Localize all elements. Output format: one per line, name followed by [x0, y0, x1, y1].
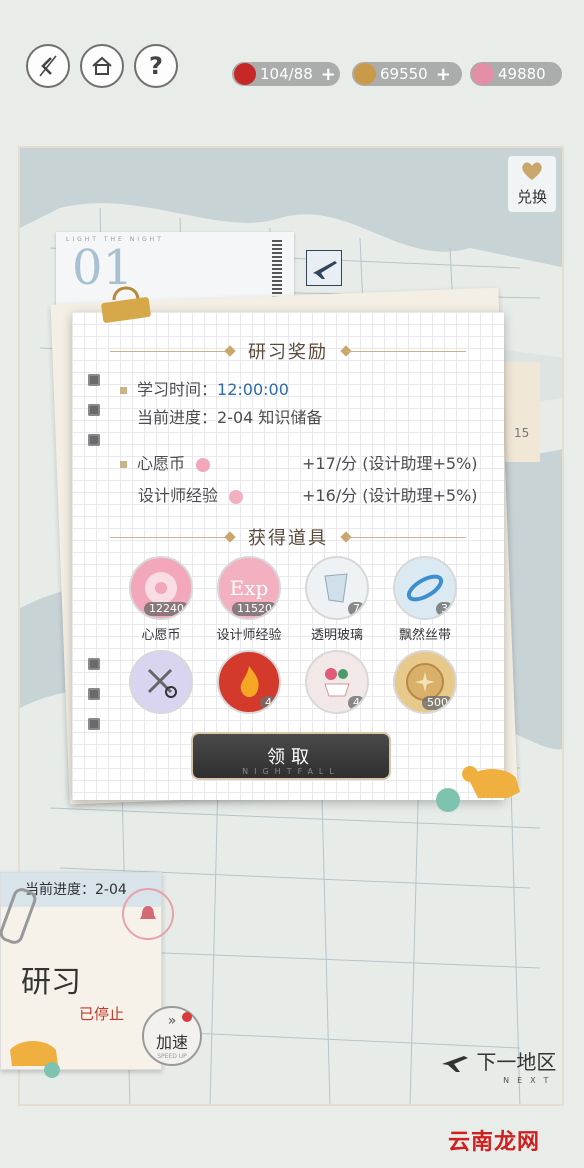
binder-hole: [88, 658, 100, 670]
speed-up-badge: [182, 1012, 192, 1022]
watermark-logo: 云南龙网: [448, 1130, 541, 1155]
coin-resource[interactable]: 69550 +: [352, 62, 462, 86]
study-time-value: 12:00:00: [217, 380, 289, 399]
back-icon: [39, 55, 57, 77]
exchange-label: 兑换: [516, 188, 547, 206]
item-qty: 11520: [232, 602, 277, 616]
note-status: 已停止: [79, 1005, 125, 1023]
item-name: 设计师经验: [216, 628, 282, 643]
note-title: 研习: [21, 965, 81, 1000]
next-region-label: 下一地区: [476, 1050, 557, 1074]
home-icon: [92, 56, 112, 75]
item-teacup[interactable]: 4: [294, 650, 380, 714]
designer-exp-rate: +16/分 (设计助理+5%): [302, 486, 478, 505]
side-tag[interactable]: 15: [504, 362, 540, 462]
item-flame[interactable]: 4: [206, 650, 292, 714]
plane-icon: [442, 1055, 468, 1072]
home-button[interactable]: [80, 44, 124, 88]
apple-plus-button[interactable]: +: [321, 64, 336, 85]
item-qty: 7: [348, 602, 365, 616]
apple-value: 104/88: [260, 65, 313, 83]
item-ribbon[interactable]: 3 飘然丝带: [382, 556, 468, 643]
designer-exp-label: 设计师经验: [138, 486, 219, 505]
plane-icon: [313, 261, 337, 279]
exp-small-icon: [229, 489, 244, 504]
wish-coin-row: 心愿币: [120, 450, 211, 474]
items-title-bar: 获得道具: [72, 524, 504, 550]
item-wish-coin[interactable]: 12240 心愿币: [118, 556, 204, 643]
study-time-label: 学习时间：: [137, 380, 218, 399]
gem-value: 49880: [498, 65, 546, 83]
speed-up-button[interactable]: » 加速 SPEED UP: [142, 1006, 202, 1066]
study-reward-dialog: 研习奖励 学习时间：12:00:00 当前进度：2-04 知识储备 心愿币 +1…: [72, 312, 504, 800]
cat-sticker-icon: [428, 748, 532, 818]
apple-icon: [234, 63, 256, 85]
speed-up-sub: SPEED UP: [157, 1052, 187, 1060]
gem-icon: [472, 63, 494, 85]
gem-resource[interactable]: 49880: [470, 62, 562, 86]
progress-row: 当前进度：2-04 知识储备: [137, 404, 322, 428]
scissors-icon: [147, 668, 177, 698]
binder-hole: [88, 404, 100, 416]
binder-hole: [88, 374, 100, 386]
item-name: 透明玻璃: [310, 628, 363, 643]
claim-button[interactable]: 领取 NIGHTFALL: [193, 734, 389, 778]
speed-up-label: 加速: [155, 1032, 188, 1052]
progress-label: 当前进度：: [137, 408, 218, 427]
binder-hole: [88, 718, 100, 730]
study-time-row: 学习时间：12:00:00: [120, 376, 289, 400]
coin-icon: [354, 63, 376, 85]
bell-icon: [140, 906, 156, 919]
next-region-button[interactable]: 下一地区 NEXT: [440, 1046, 556, 1085]
cat-corner-icon: [2, 1020, 66, 1080]
item-qty: 12240: [144, 602, 189, 616]
claim-sub: NIGHTFALL: [242, 767, 340, 776]
item-qty: 4: [260, 696, 277, 710]
heart-icon: [522, 162, 542, 180]
designer-exp-row: 设计师经验: [138, 482, 244, 506]
item-qty: 3: [436, 602, 453, 616]
wish-coin-small-icon: [196, 457, 211, 472]
exchange-button[interactable]: 兑换: [508, 156, 556, 212]
item-name: 心愿币: [141, 628, 181, 643]
item-gold-coin[interactable]: 500: [382, 650, 468, 714]
plane-badge: [306, 250, 342, 286]
wish-coin-label: 心愿币: [137, 454, 186, 473]
item-name: 飘然丝带: [398, 628, 451, 643]
apple-resource[interactable]: 104/88 +: [232, 62, 340, 86]
item-qty: 500: [422, 696, 453, 710]
item-scissors[interactable]: [118, 650, 204, 714]
help-icon: ?: [149, 52, 163, 80]
reward-title: 研习奖励: [248, 342, 328, 363]
coin-value: 69550: [380, 65, 428, 83]
progress-value: 2-04 知识储备: [217, 408, 323, 427]
back-button[interactable]: [26, 44, 70, 88]
side-tag-text: 15: [514, 426, 530, 440]
wish-coin-rate: +17/分 (设计助理+5%): [302, 454, 478, 473]
next-region-sub: NEXT: [503, 1075, 557, 1085]
help-button[interactable]: ?: [134, 44, 178, 88]
binder-hole: [88, 434, 100, 446]
items-title: 获得道具: [248, 528, 328, 549]
binder-hole: [88, 688, 100, 700]
fast-forward-icon: »: [167, 1012, 177, 1029]
coin-plus-button[interactable]: +: [436, 64, 451, 85]
reward-title-bar: 研习奖励: [72, 338, 504, 364]
bell-stamp-icon[interactable]: [122, 888, 174, 940]
item-clear-glass[interactable]: 7 透明玻璃: [294, 556, 380, 643]
claim-label: 领取: [267, 747, 315, 768]
item-qty: 4: [348, 696, 365, 710]
exp-icon: Exp: [229, 576, 269, 600]
binder-clip-icon: [98, 282, 154, 328]
item-designer-exp[interactable]: Exp 11520 设计师经验: [206, 556, 292, 643]
